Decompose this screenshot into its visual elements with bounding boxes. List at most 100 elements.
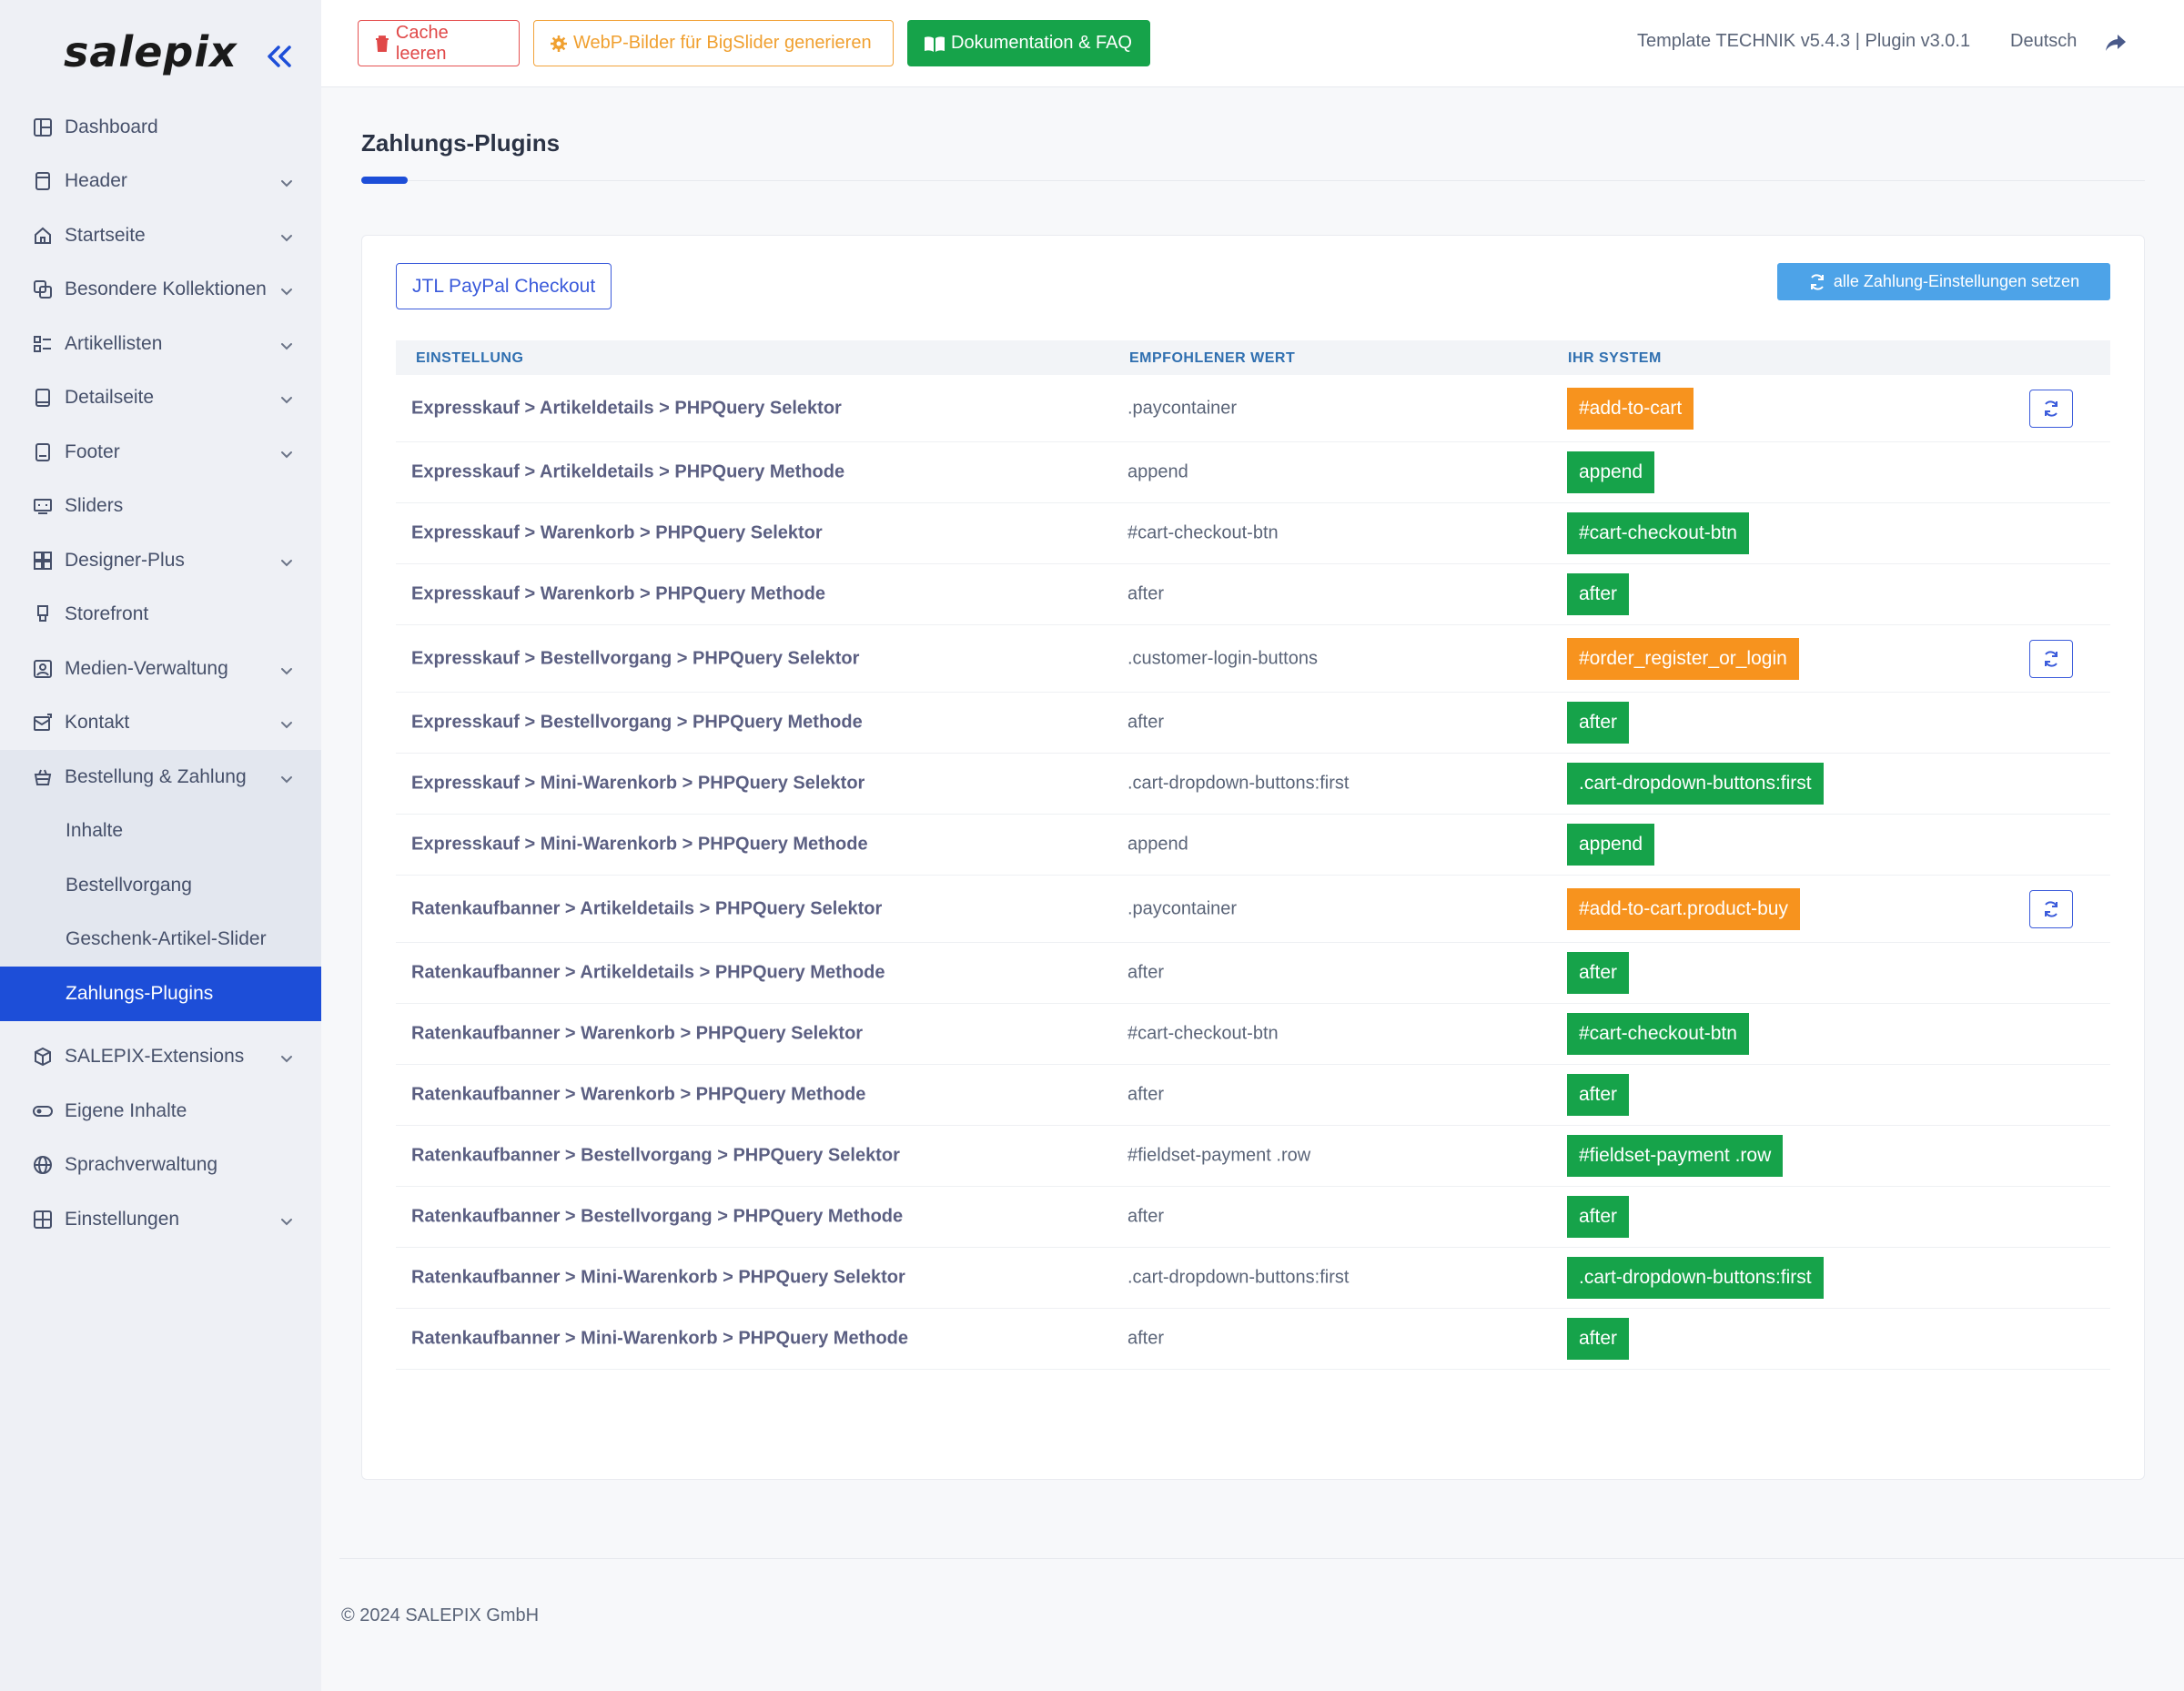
table-row: Expresskauf > Warenkorb > PHPQuery Selek… — [396, 503, 2110, 564]
table-row: Ratenkaufbanner > Mini-Warenkorb > PHPQu… — [396, 1309, 2110, 1370]
sidebar-item-detailseite[interactable]: Detailseite — [0, 371, 321, 426]
sidebar-item-storefront[interactable]: Storefront — [0, 588, 321, 643]
topbar: Cache leeren WebP-Bilder für BigSlider g… — [321, 0, 2184, 87]
media-icon — [32, 658, 54, 680]
sidebar-subitem-geschenk-artikel-slider[interactable]: Geschenk-Artikel-Slider — [0, 913, 321, 967]
system-value-badge: after — [1567, 702, 1630, 744]
sidebar-item-eigene-inhalte[interactable]: Eigene Inhalte — [0, 1084, 321, 1139]
system-value-badge: #fieldset-payment .row — [1567, 1135, 1784, 1177]
header-icon — [32, 170, 54, 192]
title-accent-bar — [361, 177, 408, 184]
sidebar-item-einstellungen[interactable]: Einstellungen — [0, 1192, 321, 1247]
collapse-sidebar-icon[interactable] — [264, 40, 295, 73]
payment-plugins-card: JTL PayPal Checkout alle Zahlung-Einstel… — [361, 235, 2145, 1480]
sidebar-item-sliders[interactable]: Sliders — [0, 480, 321, 534]
table-row: Expresskauf > Bestellvorgang > PHPQuery … — [396, 625, 2110, 693]
set-all-label: alle Zahlung-Einstellungen setzen — [1833, 272, 2080, 290]
sidebar-item-label: Kontakt — [65, 712, 130, 734]
recommended-value: append — [1127, 461, 1188, 482]
sidebar-item-startseite[interactable]: Startseite — [0, 208, 321, 263]
recommended-value: .cart-dropdown-buttons:first — [1127, 1267, 1350, 1288]
table-row: Ratenkaufbanner > Mini-Warenkorb > PHPQu… — [396, 1248, 2110, 1309]
contact-icon — [32, 712, 54, 734]
chevron-down-icon — [279, 228, 294, 243]
column-header-setting: EINSTELLUNG — [416, 350, 524, 366]
language-selector[interactable]: Deutsch — [2010, 31, 2077, 52]
sync-setting-button[interactable] — [2029, 639, 2073, 678]
detail-icon — [32, 387, 54, 409]
recommended-value: after — [1127, 962, 1165, 983]
chevron-down-icon — [279, 715, 294, 730]
table-row: Expresskauf > Mini-Warenkorb > PHPQuery … — [396, 815, 2110, 876]
book-icon — [925, 35, 945, 52]
table-row: Ratenkaufbanner > Bestellvorgang > PHPQu… — [396, 1126, 2110, 1187]
system-value-badge: after — [1567, 573, 1630, 615]
setting-name: Expresskauf > Artikeldetails > PHPQuery … — [411, 398, 842, 418]
sidebar-item-label: Startseite — [65, 224, 146, 246]
chevron-down-icon — [279, 553, 294, 568]
recommended-value: .paycontainer — [1127, 898, 1238, 918]
sidebar-subitem-inhalte[interactable]: Inhalte — [0, 805, 321, 859]
clear-cache-label: Cache leeren — [395, 22, 449, 64]
recommended-value: .cart-dropdown-buttons:first — [1127, 773, 1350, 794]
sidebar-item-salepix-extensions[interactable]: SALEPIX-Extensions — [0, 1030, 321, 1085]
setting-name: Ratenkaufbanner > Mini-Warenkorb > PHPQu… — [411, 1267, 905, 1288]
sidebar-item-footer[interactable]: Footer — [0, 425, 321, 480]
list-icon — [32, 333, 54, 355]
setting-name: Ratenkaufbanner > Mini-Warenkorb > PHPQu… — [411, 1328, 909, 1349]
toggle-icon — [32, 1100, 54, 1122]
setting-name: Expresskauf > Bestellvorgang > PHPQuery … — [411, 648, 860, 668]
sync-icon — [2045, 900, 2058, 917]
share-icon[interactable] — [2105, 33, 2127, 53]
table-row: Ratenkaufbanner > Artikeldetails > PHPQu… — [396, 943, 2110, 1004]
chevron-down-icon — [279, 770, 294, 785]
sidebar-item-label: Header — [65, 170, 127, 192]
plugin-tab-paypal[interactable]: JTL PayPal Checkout — [396, 263, 612, 309]
copyright: © 2024 SALEPIX GmbH — [341, 1605, 540, 1625]
trash-icon — [375, 35, 389, 52]
sidebar-subitem-bestellvorgang[interactable]: Bestellvorgang — [0, 858, 321, 913]
chevron-down-icon — [279, 390, 294, 405]
sidebar-item-label: Sliders — [65, 495, 124, 517]
recommended-value: after — [1127, 1328, 1165, 1349]
recommended-value: .paycontainer — [1127, 398, 1238, 418]
sidebar-item-label: Medien-Verwaltung — [65, 657, 228, 679]
setting-name: Ratenkaufbanner > Warenkorb > PHPQuery S… — [411, 1023, 864, 1044]
system-value-badge: #add-to-cart.product-buy — [1567, 887, 1800, 930]
sync-setting-button[interactable] — [2029, 889, 2073, 928]
sidebar-subitem-zahlungs-plugins[interactable]: Zahlungs-Plugins — [0, 967, 321, 1021]
documentation-label: Dokumentation & FAQ — [951, 33, 1132, 53]
setting-name: Expresskauf > Mini-Warenkorb > PHPQuery … — [411, 773, 865, 794]
sidebar-item-label: Sprachverwaltung — [65, 1154, 218, 1176]
storefront-icon — [32, 603, 54, 625]
table-row: Ratenkaufbanner > Warenkorb > PHPQuery S… — [396, 1004, 2110, 1065]
clear-cache-button[interactable]: Cache leeren — [358, 20, 520, 66]
recommended-value: #cart-checkout-btn — [1127, 522, 1279, 543]
system-value-badge: #add-to-cart — [1567, 387, 1694, 430]
documentation-button[interactable]: Dokumentation & FAQ — [907, 20, 1150, 66]
sidebar-item-artikellisten[interactable]: Artikellisten — [0, 317, 321, 371]
chevron-down-icon — [279, 337, 294, 351]
sidebar-item-sprachverwaltung[interactable]: Sprachverwaltung — [0, 1139, 321, 1193]
sync-icon — [2045, 650, 2058, 667]
sidebar-item-label: Storefront — [65, 603, 149, 625]
sidebar-item-medien-verwaltung[interactable]: Medien-Verwaltung — [0, 642, 321, 696]
sidebar-item-designer-plus[interactable]: Designer-Plus — [0, 533, 321, 588]
generate-webp-button[interactable]: WebP-Bilder für BigSlider generieren — [533, 20, 894, 66]
sync-setting-button[interactable] — [2029, 389, 2073, 428]
table-row: Expresskauf > Artikeldetails > PHPQuery … — [396, 442, 2110, 503]
setting-name: Expresskauf > Warenkorb > PHPQuery Selek… — [411, 522, 823, 543]
sidebar-item-kontakt[interactable]: Kontakt — [0, 696, 321, 751]
chevron-down-icon — [279, 174, 294, 188]
sidebar-item-header[interactable]: Header — [0, 155, 321, 209]
sidebar: salepix Dashboard Header Startseite Besonde… — [0, 0, 321, 1691]
brand-logo[interactable]: salepix — [64, 27, 238, 76]
system-value-badge: after — [1567, 1196, 1630, 1238]
set-all-payment-settings-button[interactable]: alle Zahlung-Einstellungen setzen — [1777, 263, 2110, 300]
sidebar-item-besondere-kollektionen[interactable]: Besondere Kollektionen — [0, 263, 321, 318]
sidebar-item-bestellung-zahlung[interactable]: Bestellung & Zahlung — [0, 750, 321, 805]
collections-icon — [32, 278, 54, 300]
setting-name: Ratenkaufbanner > Bestellvorgang > PHPQu… — [411, 1145, 900, 1166]
sidebar-item-dashboard[interactable]: Dashboard — [0, 100, 321, 155]
